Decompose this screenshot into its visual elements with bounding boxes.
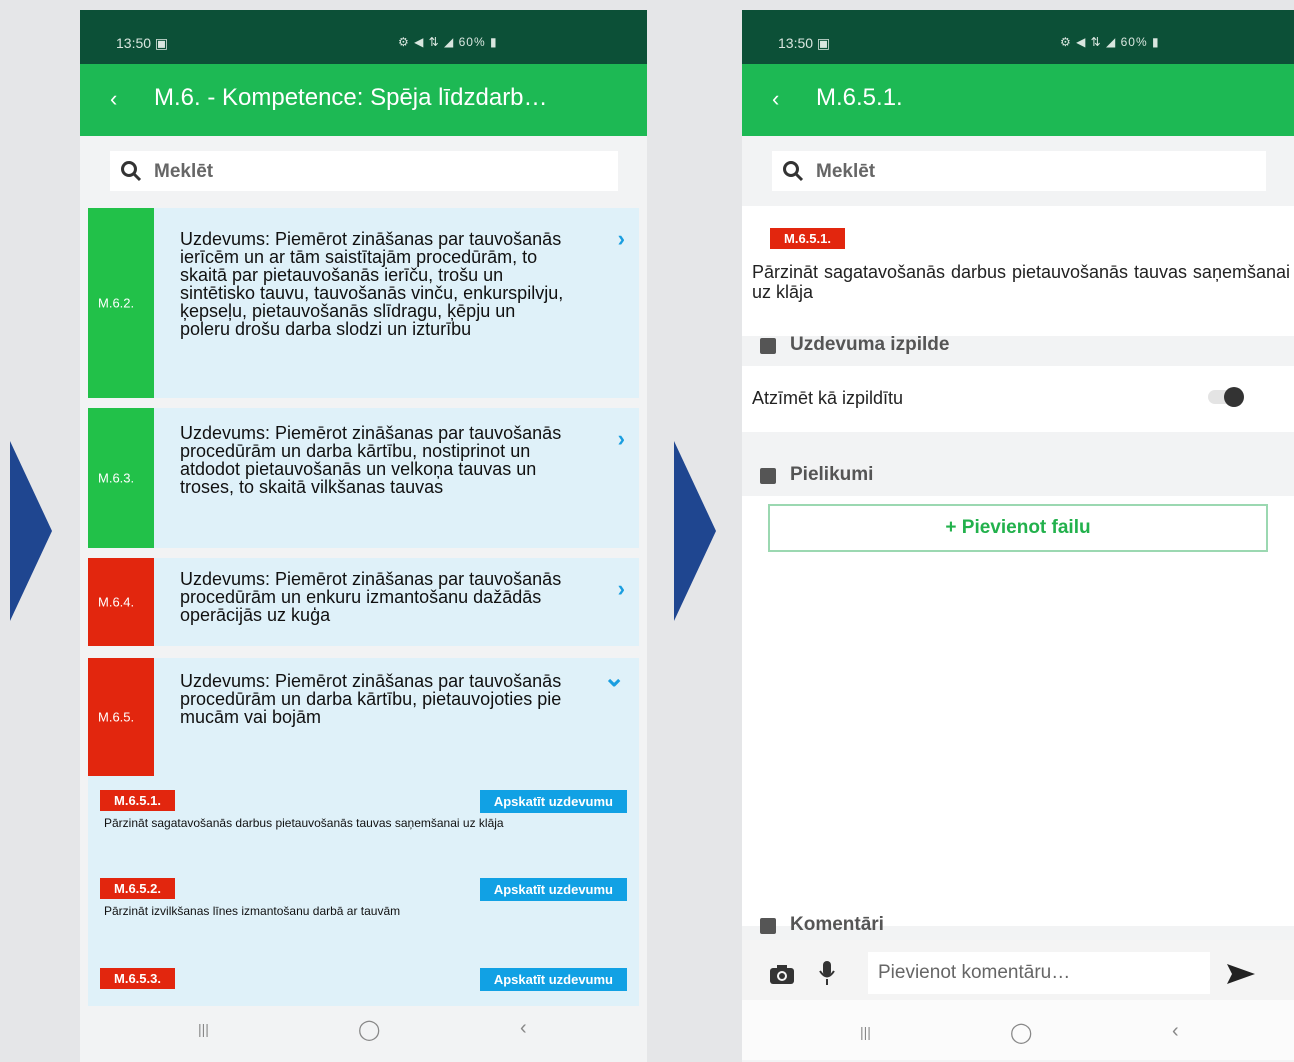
subtask-code-badge: M.6.5.3. <box>100 968 175 989</box>
task-text: Uzdevums: Piemērot zināšanas par tauvoša… <box>180 569 562 625</box>
clipboard-icon <box>760 338 776 354</box>
task-status-bar: M.6.4. <box>88 558 154 646</box>
search-icon <box>783 161 804 182</box>
nav-back-icon[interactable]: ‹ <box>520 1017 527 1040</box>
task-text: Uzdevums: Piemērot zināšanas par tauvoša… <box>180 229 564 339</box>
task-text: Uzdevums: Piemērot zināšanas par tauvoša… <box>180 671 562 727</box>
task-text: Uzdevums: Piemērot zināšanas par tauvoša… <box>180 423 562 497</box>
nav-back-icon[interactable]: ‹ <box>1172 1020 1179 1043</box>
task-status-bar: M.6.2. <box>88 208 154 398</box>
status-bar: 13:50 ▣ ⚙ ◀ ⇅ ◢ 60% ▮ <box>742 10 1294 64</box>
page-title: M.6. - Kompetence: Spēja līdzdarb… <box>154 84 548 111</box>
search-input[interactable]: Meklēt <box>772 151 1266 191</box>
flow-arrow-left <box>10 441 52 621</box>
comment-input[interactable]: Pievienot komentāru… <box>868 952 1210 994</box>
flow-arrow-right <box>674 441 716 621</box>
status-time: 13:50 ▣ <box>778 35 831 51</box>
mark-done-row[interactable]: Atzīmēt kā izpildītu <box>742 366 1294 432</box>
page-title: M.6.5.1. <box>816 84 903 111</box>
add-file-label: + Pievienot failu <box>945 517 1091 538</box>
attachment-icon <box>760 468 776 484</box>
subtask-code-badge: M.6.5.1. <box>100 790 175 811</box>
back-icon[interactable]: ‹ <box>110 86 117 112</box>
task-description: Pārzināt sagatavošanās darbus pietauvoša… <box>752 262 1290 302</box>
attachments-area <box>742 496 1294 926</box>
home-icon[interactable]: ◯ <box>358 1017 380 1042</box>
task-item[interactable]: M.6.5. Uzdevums: Piemērot zināšanas par t… <box>88 658 639 776</box>
status-icons: ⚙ ◀ ⇅ ◢ 60% ▮ <box>398 35 498 49</box>
add-file-button[interactable]: + Pievienot failu <box>768 504 1268 552</box>
chevron-right-icon[interactable]: › <box>618 576 625 602</box>
microphone-icon[interactable] <box>818 960 836 986</box>
view-task-button[interactable]: Apskatīt uzdevumu <box>479 790 627 813</box>
subtask-row: M.6.5.1. Apskatīt uzdevumu Pārzināt sagata… <box>100 790 627 838</box>
task-item[interactable]: M.6.2. Uzdevums: Piemērot zināšanas par t… <box>88 208 639 398</box>
subtask-code-badge: M.6.5.2. <box>100 878 175 899</box>
task-code: M.6.3. <box>98 470 135 486</box>
nav-bar: ||| ◯ ‹ <box>80 997 647 1057</box>
section-attachments-title: Pielikumi <box>790 464 874 485</box>
done-toggle[interactable] <box>1208 387 1244 407</box>
status-time: 13:50 ▣ <box>116 35 169 51</box>
task-status-bar: M.6.3. <box>88 408 154 548</box>
search-placeholder: Meklēt <box>816 161 876 182</box>
task-code: M.6.2. <box>98 295 135 311</box>
search-placeholder: Meklēt <box>154 161 214 182</box>
comment-icon <box>760 918 776 934</box>
comment-placeholder: Pievienot komentāru… <box>878 962 1071 983</box>
chevron-down-icon[interactable]: ⌄ <box>603 662 625 693</box>
view-task-button[interactable]: Apskatīt uzdevumu <box>479 968 627 991</box>
chevron-right-icon[interactable]: › <box>618 226 625 252</box>
app-bar: ‹ M.6.5.1. <box>742 64 1294 136</box>
task-item[interactable]: M.6.3. Uzdevums: Piemērot zināšanas par t… <box>88 408 639 548</box>
recent-apps-icon[interactable]: ||| <box>860 1024 871 1040</box>
back-icon[interactable]: ‹ <box>772 86 779 112</box>
comment-bar: Pievienot komentāru… <box>742 940 1294 1000</box>
subtask-row: M.6.5.2. Apskatīt uzdevumu Pārzināt izvilk… <box>100 878 627 926</box>
chevron-right-icon[interactable]: › <box>618 426 625 452</box>
subtask-text: Pārzināt izvilkšanas līnes izmantošanu d… <box>104 904 401 918</box>
right-phone-screen: 13:50 ▣ ⚙ ◀ ⇅ ◢ 60% ▮ ‹ M.6.5.1. Meklēt … <box>742 10 1294 1062</box>
subtask-text: Pārzināt sagatavošanās darbus pietauvoša… <box>104 816 504 830</box>
nav-bar: ||| ◯ ‹ <box>742 1000 1294 1060</box>
task-code: M.6.5. <box>98 709 135 725</box>
task-item[interactable]: M.6.4. Uzdevums: Piemērot zināšanas par t… <box>88 558 639 646</box>
task-status-bar: M.6.5. <box>88 658 154 776</box>
status-bar: 13:50 ▣ ⚙ ◀ ⇅ ◢ 60% ▮ <box>80 10 647 64</box>
left-phone-screen: 13:50 ▣ ⚙ ◀ ⇅ ◢ 60% ▮ ‹ M.6. - Kompetenc… <box>80 10 647 1062</box>
toggle-knob <box>1224 387 1244 407</box>
task-code-badge: M.6.5.1. <box>770 228 845 249</box>
status-icons: ⚙ ◀ ⇅ ◢ 60% ▮ <box>1060 35 1160 49</box>
recent-apps-icon[interactable]: ||| <box>198 1021 209 1037</box>
mark-done-label: Atzīmēt kā izpildītu <box>752 388 904 408</box>
camera-icon[interactable] <box>768 964 796 986</box>
search-input[interactable]: Meklēt <box>110 151 618 191</box>
search-icon <box>121 161 142 182</box>
section-execution-title: Uzdevuma izpilde <box>790 334 950 355</box>
view-task-button[interactable]: Apskatīt uzdevumu <box>479 878 627 901</box>
task-code: M.6.4. <box>98 594 135 610</box>
home-icon[interactable]: ◯ <box>1010 1020 1032 1045</box>
section-comments-title: Komentāri <box>790 914 884 935</box>
app-bar: ‹ M.6. - Kompetence: Spēja līdzdarb… <box>80 64 647 136</box>
send-icon[interactable] <box>1226 962 1256 986</box>
